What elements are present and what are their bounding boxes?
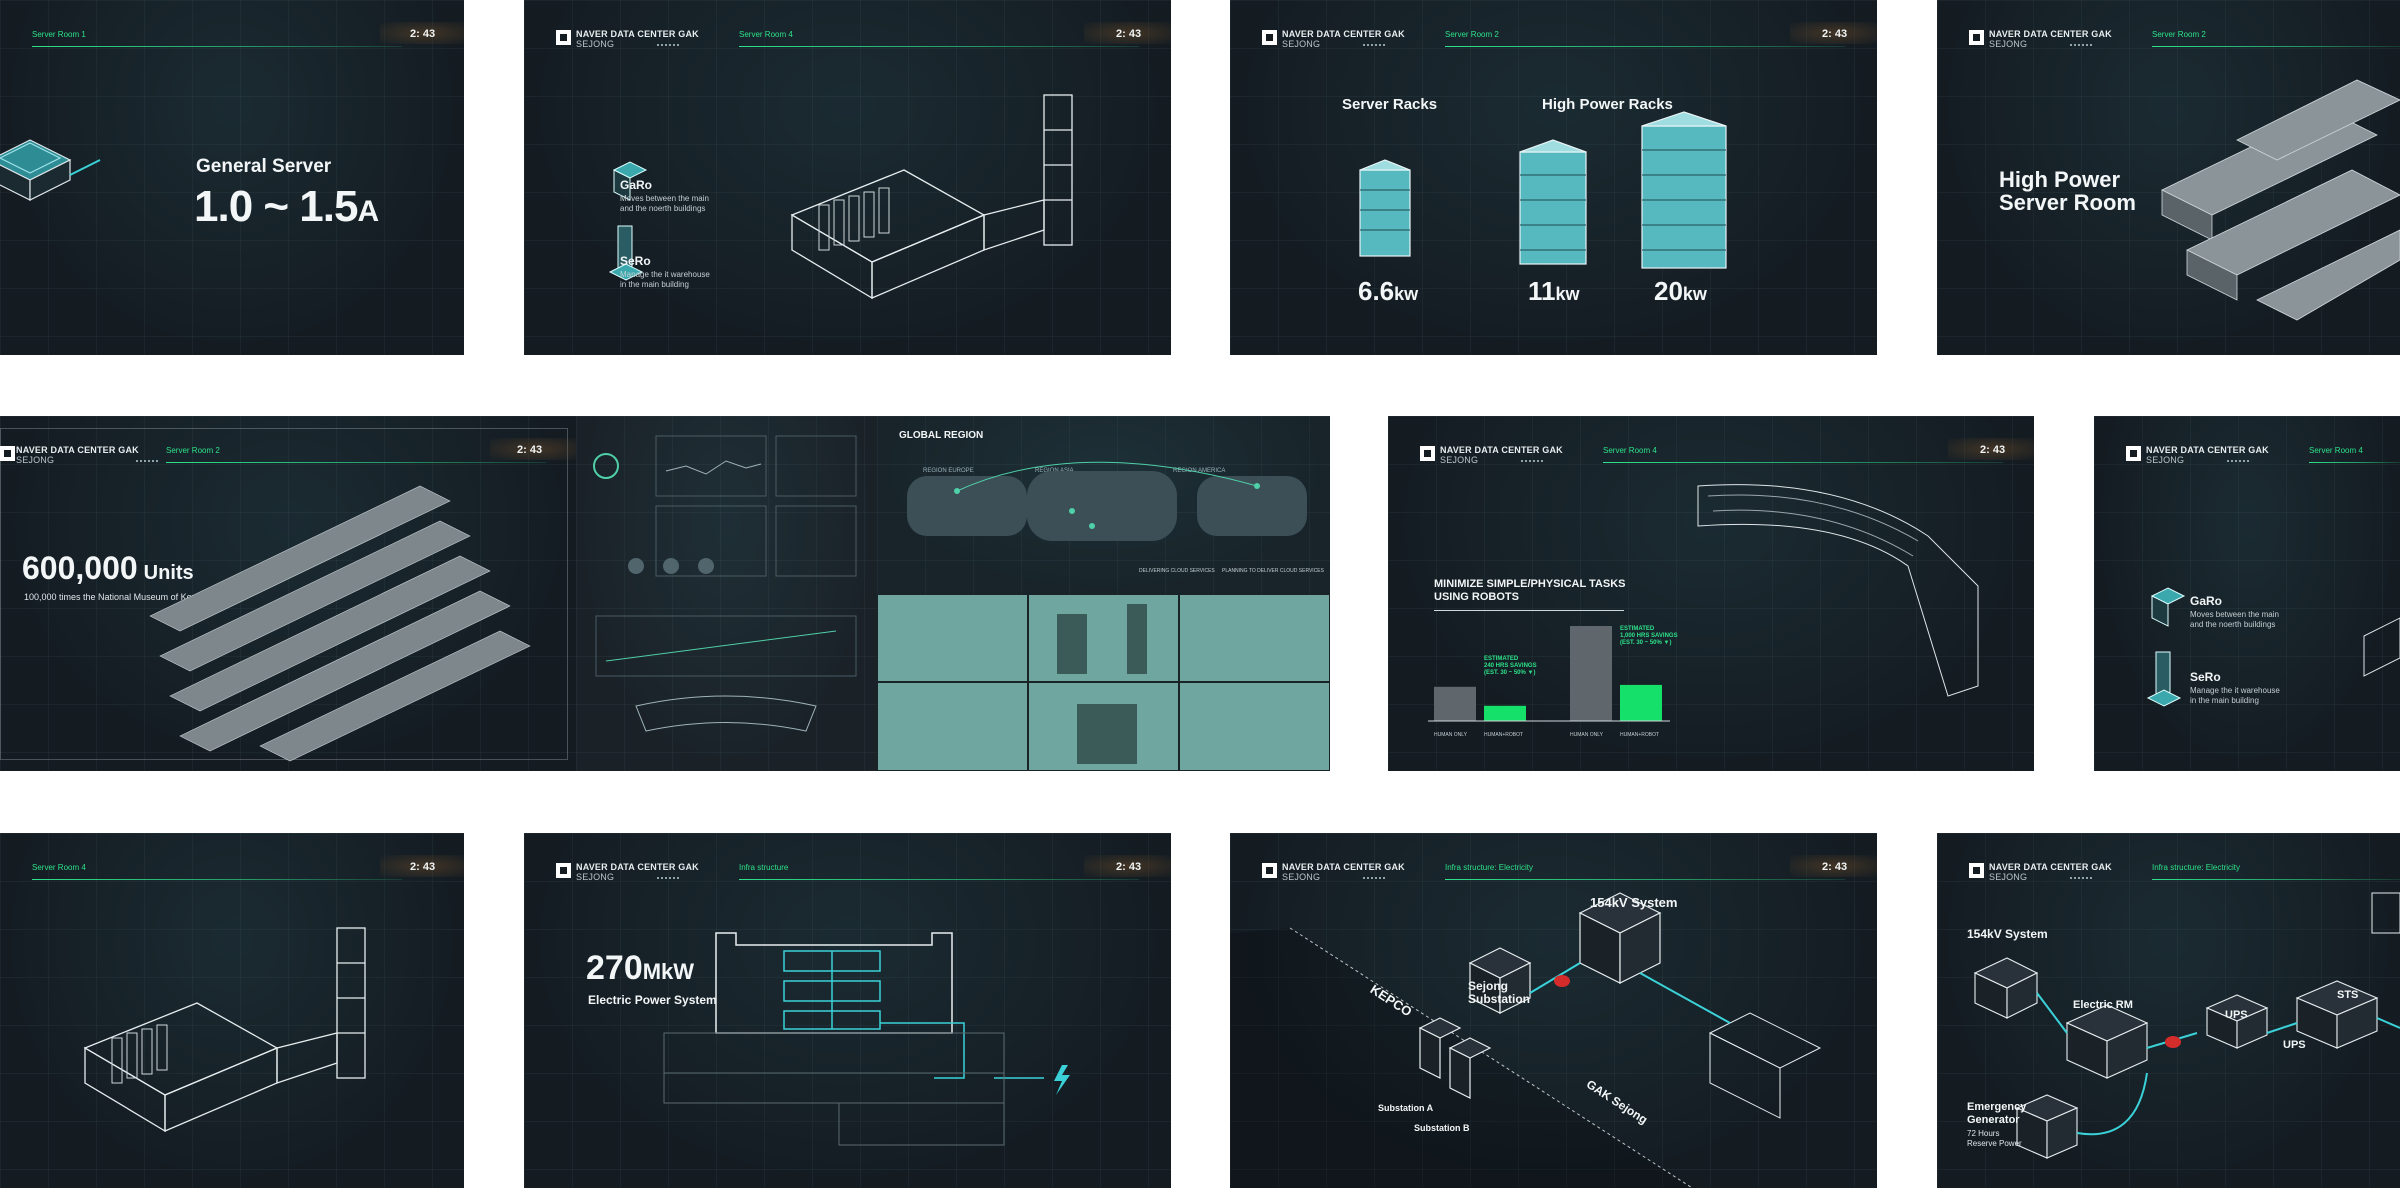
bar-4	[1620, 684, 1662, 721]
robot-icons	[2146, 587, 2400, 707]
bar-3	[1570, 626, 1612, 721]
bar-2	[1484, 705, 1526, 721]
label: General Server	[196, 156, 332, 177]
racks-rows-illustration	[2161, 79, 2400, 321]
rack-power-2: 11kw	[1528, 276, 1580, 306]
value: 1.0 ~ 1.5A	[194, 182, 379, 232]
substation-a-label: Substation A	[1378, 1103, 1434, 1113]
slide-kepco[interactable]: NAVER DATA CENTER GAK SEJONG Infra struct…	[1230, 833, 1877, 1188]
value-number: 1.0 ~ 1.5	[194, 182, 358, 231]
generator-label: Emergency Generator	[1967, 1101, 2027, 1126]
dashboard-widgets	[593, 435, 857, 732]
slide-dashboard[interactable]	[576, 416, 877, 771]
substation-diagram	[1230, 892, 1822, 1188]
bar-chart	[1428, 626, 1670, 722]
value-unit: A	[357, 195, 379, 228]
ups2-label: UPS	[2283, 1039, 2306, 1051]
slide-units[interactable]: NAVER DATA CENTER GAK SEJONG Server Room …	[0, 416, 576, 771]
breaker-icon	[2165, 1036, 2181, 1048]
annotation-1: ESTIMATED 240 HRS SAVINGS (EST. 30 ~ 50% ▼…	[1484, 656, 1537, 676]
sts-label: STS	[2337, 989, 2359, 1001]
building-diagram	[663, 932, 1070, 1146]
slide-robots[interactable]: NAVER DATA CENTER GAK SEJONG Server Room …	[2094, 416, 2400, 771]
robot1-name: GaRo	[620, 178, 653, 192]
legend-planning: PLANNING TO DELIVER CLOUD SERVICES	[1222, 568, 1324, 574]
legend-delivering: DELIVERING CLOUD SERVICES	[1139, 568, 1215, 574]
robot2-name: SeRo	[2190, 670, 2221, 684]
tick-label-4: HUMAN+ROBOT	[1620, 732, 1660, 738]
lightning-icon	[1054, 1065, 1070, 1095]
camera-feeds	[877, 594, 1330, 771]
tick-label-3: HUMAN ONLY	[1570, 732, 1603, 738]
slide-general-server[interactable]: Server Room 1 2: 43 General Server 1.0 ~…	[0, 0, 464, 355]
rack-power-1: 6.6kw	[1358, 276, 1419, 306]
slide-rack-power[interactable]: NAVER DATA CENTER GAK SEJONG Server Room …	[1230, 0, 1877, 355]
rack-power-3: 20kw	[1654, 276, 1707, 306]
system-label: 154kV System	[1590, 895, 1678, 910]
ups1-label: UPS	[2225, 1009, 2248, 1021]
slide-electric-rm[interactable]: NAVER DATA CENTER GAK SEJONG Infra struct…	[1937, 833, 2400, 1188]
generator-desc: 72 Hours Reserve Power	[1967, 1129, 2022, 1148]
breaker-icon	[1554, 975, 1570, 987]
room-isometric	[83, 927, 366, 1133]
robot1-name: GaRo	[2190, 594, 2223, 608]
annotation-2: ESTIMATED 1,000 HRS SAVINGS (EST. 30 ~ 50%…	[1620, 626, 1678, 646]
rows-illustration	[149, 485, 531, 762]
substation-b-label: Substation B	[1414, 1123, 1470, 1133]
robot2-desc: Manage the it warehouse in the main build…	[2190, 686, 2280, 705]
tick-label-2: HUMAN+ROBOT	[1484, 732, 1524, 738]
slide-global-region[interactable]: GLOBAL REGION REGION EUROPE REGION ASIA …	[877, 416, 1330, 594]
slide-cctv[interactable]	[877, 594, 1330, 771]
robot2-desc: Manage the it warehouse in the main build…	[620, 270, 710, 289]
slide-high-power-room[interactable]: NAVER DATA CENTER GAK SEJONG Server Room …	[1937, 0, 2400, 355]
slide-electric-power[interactable]: NAVER DATA CENTER GAK SEJONG Infra struct…	[524, 833, 1171, 1188]
slide-robots-chart[interactable]: NAVER DATA CENTER GAK SEJONG Server Room …	[1388, 416, 2034, 771]
electric-rm-label: Electric RM	[2073, 999, 2133, 1011]
slide-room[interactable]: Server Room 4 2: 43	[0, 833, 464, 1188]
robot1-desc: Moves between the main and the noerth bui…	[620, 194, 709, 213]
slide-robots-room[interactable]: NAVER DATA CENTER GAK SEJONG Server Room …	[524, 0, 1171, 355]
robot2-name: SeRo	[620, 254, 651, 268]
substation-label: Sejong Substation	[1468, 979, 1530, 1006]
robot1-desc: Moves between the main and the noerth bui…	[2190, 610, 2279, 629]
bar-1	[1434, 686, 1476, 721]
system-label: 154kV System	[1967, 927, 2048, 941]
tick-label-1: HUMAN ONLY	[1434, 732, 1467, 738]
